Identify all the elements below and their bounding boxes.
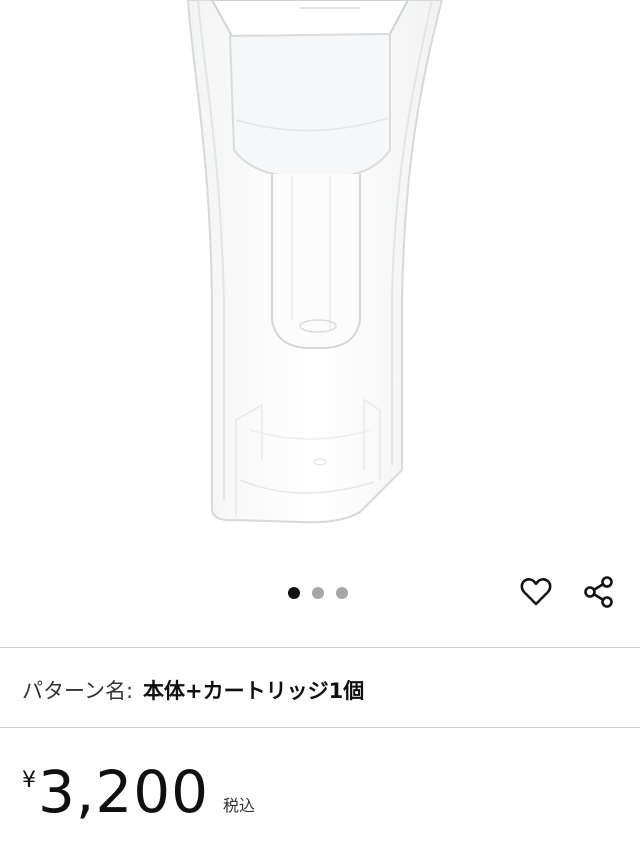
share-button[interactable] <box>581 574 617 610</box>
divider <box>0 727 640 728</box>
image-controls <box>0 562 640 622</box>
carousel-indicator[interactable] <box>288 587 348 599</box>
pattern-value: 本体+カートリッジ1個 <box>143 679 365 703</box>
price-block: ¥ 3,200 税込 <box>22 756 255 836</box>
carousel-dot-3[interactable] <box>336 587 348 599</box>
product-image-gallery[interactable] <box>0 0 640 560</box>
price-amount: 3,200 <box>38 758 210 826</box>
water-pitcher-image <box>186 0 444 524</box>
wishlist-button[interactable] <box>518 574 554 610</box>
currency-symbol: ¥ <box>22 768 36 793</box>
product-detail-page: パターン名: 本体+カートリッジ1個 ¥ 3,200 税込 <box>0 0 640 853</box>
carousel-dot-2[interactable] <box>312 587 324 599</box>
tax-included-label: 税込 <box>223 796 256 815</box>
share-icon <box>584 576 613 608</box>
divider <box>0 647 640 648</box>
heart-icon <box>520 578 552 606</box>
pattern-label: パターン名: <box>22 679 134 703</box>
carousel-dot-1[interactable] <box>288 587 300 599</box>
pattern-selection[interactable]: パターン名: 本体+カートリッジ1個 <box>22 672 364 708</box>
